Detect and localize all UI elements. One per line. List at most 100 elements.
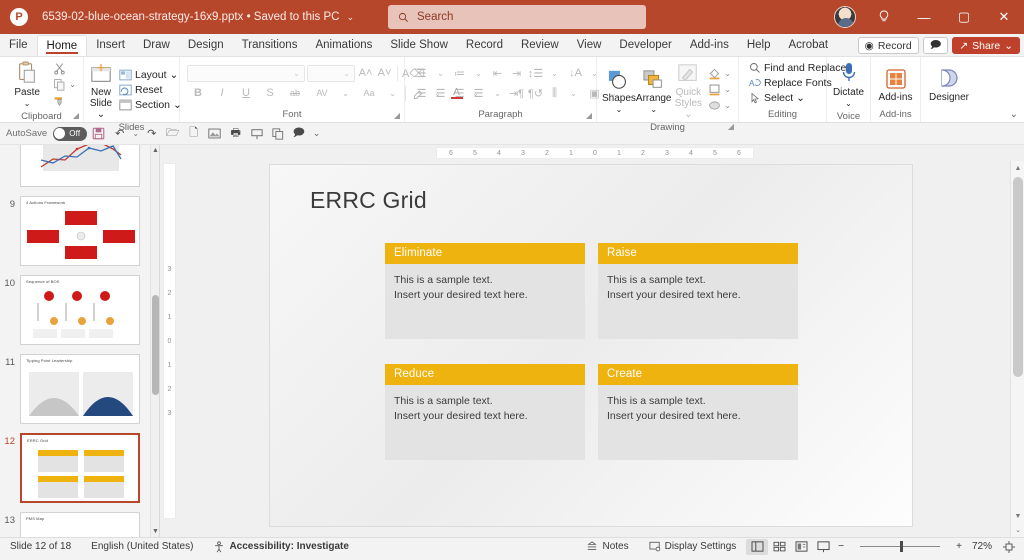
- record-button[interactable]: ◉ Record: [858, 37, 919, 54]
- chevron-down-icon[interactable]: ⌄: [724, 101, 731, 110]
- chevron-down-icon[interactable]: ⌄: [337, 85, 354, 102]
- dictate-button[interactable]: Dictate ⌄: [832, 59, 865, 109]
- justify-button[interactable]: ☰: [470, 85, 487, 102]
- zoom-handle[interactable]: [900, 541, 903, 552]
- scroll-down-icon[interactable]: ▼: [151, 526, 160, 537]
- thumbnail-slide-10[interactable]: 10 Sequence of BOS: [0, 275, 150, 345]
- comment-icon[interactable]: 🗩: [289, 125, 308, 143]
- drawing-dialog-launcher[interactable]: ◢: [728, 121, 734, 132]
- tab-record[interactable]: Record: [457, 35, 512, 56]
- format-painter-button[interactable]: [51, 93, 78, 108]
- section-button[interactable]: Section ⌄: [117, 98, 184, 112]
- tab-review[interactable]: Review: [512, 35, 568, 56]
- slide-title[interactable]: ERRC Grid: [310, 187, 427, 214]
- quadrant-heading[interactable]: Reduce: [385, 364, 585, 385]
- align-left-button[interactable]: ☰: [413, 85, 430, 102]
- decrease-font-size-button[interactable]: A˅: [376, 65, 393, 82]
- increase-indent-button[interactable]: ⇥: [508, 65, 525, 82]
- align-center-button[interactable]: ☰: [432, 85, 449, 102]
- tab-animations[interactable]: Animations: [306, 35, 381, 56]
- collapse-ribbon-button[interactable]: ⌄: [1010, 109, 1018, 120]
- thumbnail-preview[interactable]: Strategic Canvas: [20, 145, 140, 187]
- rtl-button[interactable]: ¶↺: [527, 85, 544, 102]
- quadrant-body[interactable]: This is a sample text. Insert your desir…: [598, 264, 798, 339]
- share-button[interactable]: ↗ Share ⌄: [952, 37, 1020, 54]
- thumbnail-slide-9[interactable]: 9 4 Actions Framework: [0, 196, 150, 266]
- thumbnail-preview[interactable]: ERRC Grid: [20, 433, 140, 503]
- chevron-down-icon[interactable]: ⌄: [432, 65, 449, 82]
- scroll-up-icon[interactable]: ▲: [151, 145, 160, 156]
- slide-editor[interactable]: 6 5 4 3 2 1 0 1 2 3 4 5 6 3 2 1 0 1 2 3: [160, 145, 1024, 537]
- view-reading-button[interactable]: [790, 539, 812, 555]
- chevron-down-icon[interactable]: ⌄: [489, 85, 506, 102]
- change-case-button[interactable]: Aa: [356, 85, 382, 102]
- present-icon[interactable]: [247, 125, 266, 143]
- align-text-button[interactable]: ⇥¶: [508, 85, 525, 102]
- view-normal-button[interactable]: [746, 539, 768, 555]
- quick-styles-button[interactable]: Quick Styles ⌄: [672, 59, 706, 120]
- zoom-slider[interactable]: [854, 540, 946, 554]
- view-slideshow-button[interactable]: [812, 539, 834, 555]
- italic-button[interactable]: I: [211, 85, 233, 102]
- underline-button[interactable]: U: [235, 85, 257, 102]
- thumbnail-preview[interactable]: Tipping Point Leadership: [20, 354, 140, 424]
- align-right-button[interactable]: ☰: [451, 85, 468, 102]
- view-slide-sorter-button[interactable]: [768, 539, 790, 555]
- display-settings-button[interactable]: Display Settings: [639, 541, 747, 552]
- tab-view[interactable]: View: [568, 35, 611, 56]
- add-ins-button[interactable]: Add-ins: [876, 64, 915, 103]
- thumbnail-scroll-thumb[interactable]: [152, 295, 159, 395]
- autosave-toggle[interactable]: Off: [53, 127, 87, 141]
- minimize-button[interactable]: —: [904, 0, 944, 34]
- cut-button[interactable]: [51, 61, 78, 76]
- thumbnail-scrollbar[interactable]: ▲ ▼: [150, 145, 159, 537]
- chevron-down-icon[interactable]: ⌄: [384, 85, 401, 102]
- new-slide-button[interactable]: New Slide ⌄: [89, 59, 113, 120]
- thumbnail-preview[interactable]: Sequence of BOS: [20, 275, 140, 345]
- zoom-out-button[interactable]: −: [834, 541, 848, 552]
- shapes-button[interactable]: Shapes ⌄: [602, 65, 636, 115]
- font-dialog-launcher[interactable]: ◢: [394, 110, 400, 121]
- editor-scrollbar[interactable]: ▲ ▼ ⌄: [1010, 161, 1024, 537]
- slide-canvas[interactable]: ERRC Grid Eliminate This is a sample tex…: [270, 165, 912, 526]
- editor-scroll-thumb[interactable]: [1013, 177, 1023, 377]
- numbering-button[interactable]: ≔: [451, 65, 468, 82]
- arrange-button[interactable]: Arrange ⌄: [636, 65, 672, 115]
- tab-acrobat[interactable]: Acrobat: [780, 35, 838, 56]
- layout-button[interactable]: Layout ⌄: [117, 68, 184, 82]
- shape-fill-button[interactable]: ⌄: [706, 66, 733, 81]
- scroll-up-icon[interactable]: ▲: [1011, 161, 1024, 175]
- line-spacing-button[interactable]: ↕☰: [527, 65, 544, 82]
- chevron-down-icon[interactable]: ⌄: [347, 12, 355, 22]
- thumbnail-slide-13[interactable]: 13 PMS Map: [0, 512, 150, 537]
- maximize-button[interactable]: ▢: [944, 0, 984, 34]
- text-direction-button[interactable]: ↓A: [567, 65, 584, 82]
- paragraph-dialog-launcher[interactable]: ◢: [586, 110, 592, 121]
- shape-effects-button[interactable]: ⌄: [706, 98, 733, 113]
- bold-button[interactable]: B: [187, 85, 209, 102]
- thumbnail-preview[interactable]: PMS Map: [20, 512, 140, 537]
- quadrant-heading[interactable]: Eliminate: [385, 243, 585, 264]
- tab-draw[interactable]: Draw: [134, 35, 179, 56]
- duplicate-icon[interactable]: [268, 125, 287, 143]
- tab-transitions[interactable]: Transitions: [233, 35, 307, 56]
- bullets-button[interactable]: ☰: [413, 65, 430, 82]
- quadrant-body[interactable]: This is a sample text. Insert your desir…: [385, 264, 585, 339]
- quadrant-body[interactable]: This is a sample text. Insert your desir…: [385, 385, 585, 460]
- search-input[interactable]: Search: [388, 5, 646, 29]
- designer-button[interactable]: Designer: [926, 64, 972, 103]
- tab-insert[interactable]: Insert: [87, 35, 134, 56]
- increase-font-size-button[interactable]: A˄: [357, 65, 374, 82]
- zoom-in-button[interactable]: +: [952, 541, 966, 552]
- strikethrough-button[interactable]: ab: [283, 85, 307, 102]
- next-slide-icon[interactable]: ⌄: [1011, 523, 1024, 537]
- columns-button[interactable]: ⫼: [546, 85, 563, 102]
- thumbnail-slide-8[interactable]: 8 Strategic Canvas: [0, 145, 150, 187]
- notes-button[interactable]: Notes: [576, 541, 638, 552]
- chevron-down-icon[interactable]: ⌄: [724, 69, 731, 78]
- quadrant-eliminate[interactable]: Eliminate This is a sample text. Insert …: [385, 243, 585, 339]
- picture-icon[interactable]: [205, 125, 224, 143]
- thumbnail-preview[interactable]: 4 Actions Framework: [20, 196, 140, 266]
- chevron-down-icon[interactable]: ⌄: [470, 65, 487, 82]
- paste-button[interactable]: Paste ⌄: [5, 59, 49, 109]
